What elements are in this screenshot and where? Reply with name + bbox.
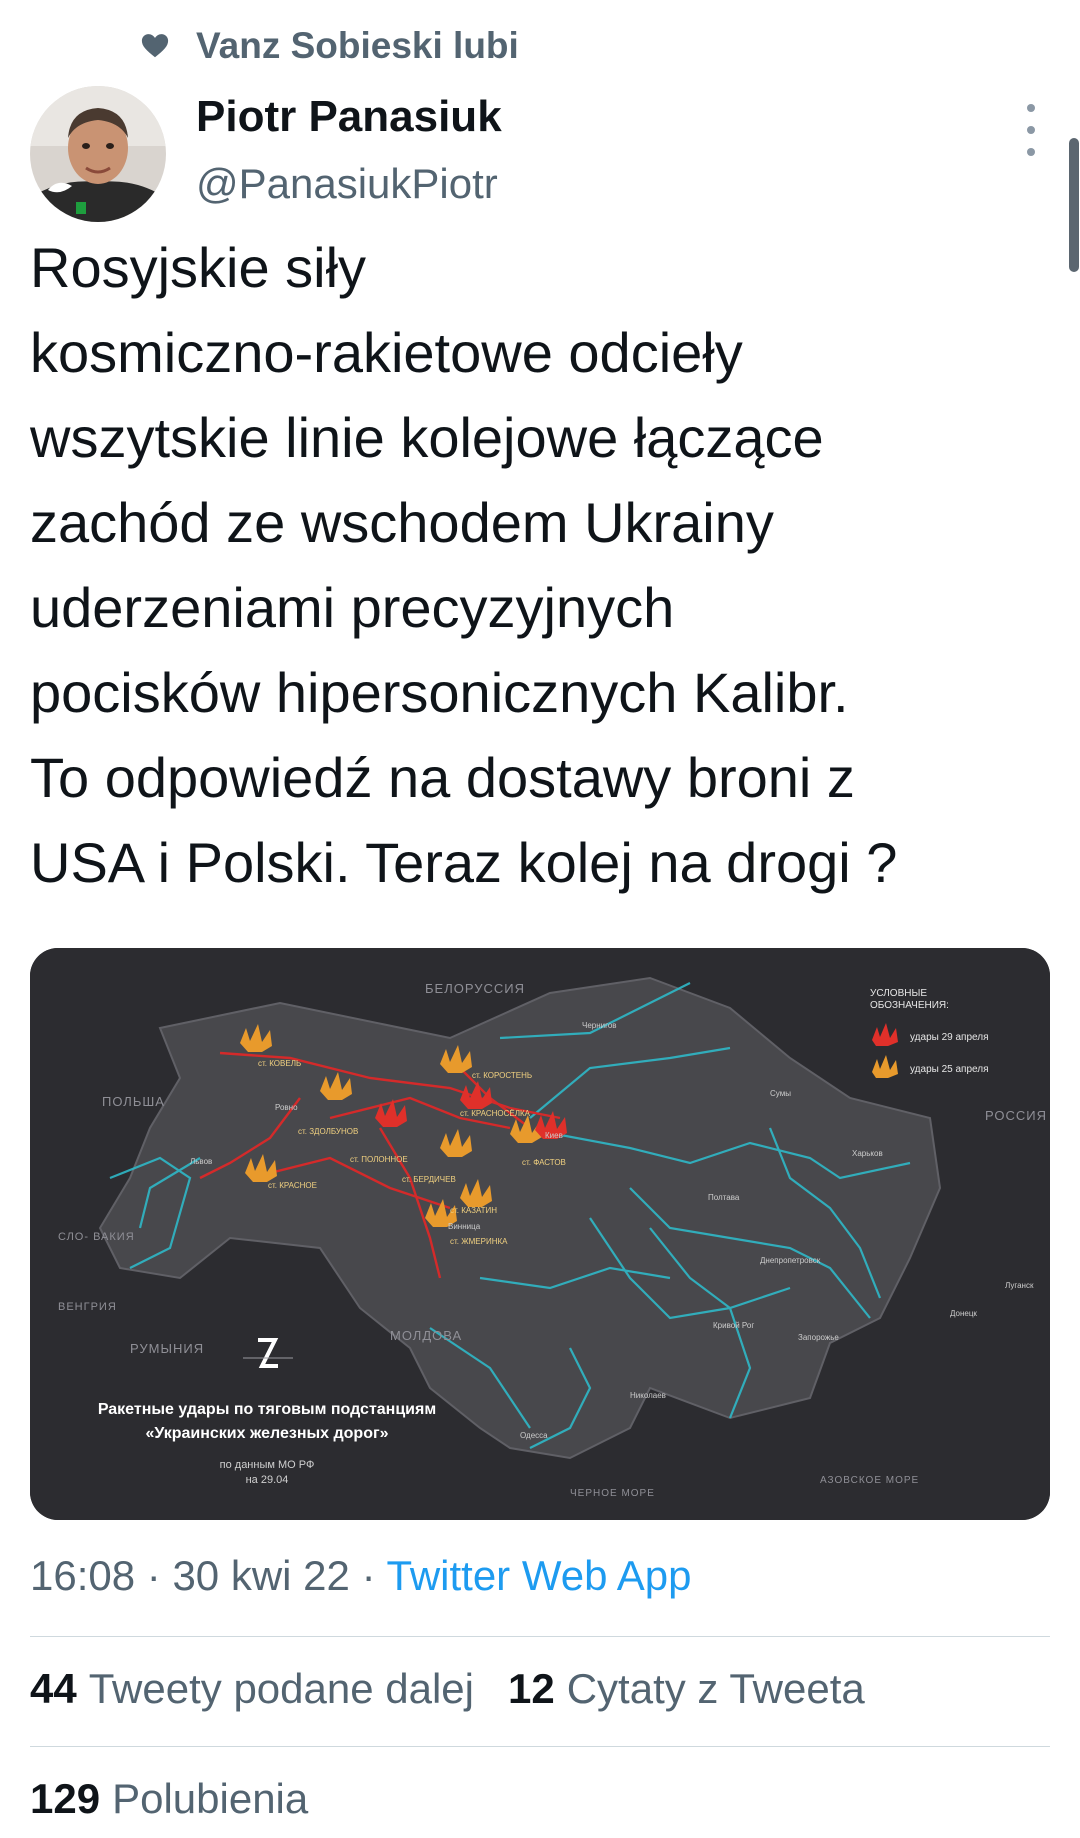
heart-icon <box>141 34 169 58</box>
liked-by-text: Vanz Sobieski lubi <box>196 25 519 66</box>
tweet-line: USA i Polski. Teraz kolej na drogi ? <box>30 831 898 894</box>
label-moldova: МОЛДОВА <box>390 1328 462 1343</box>
svg-text:Донецк: Донецк <box>950 1309 977 1318</box>
svg-text:по данным МО РФ: по данным МО РФ <box>220 1459 315 1471</box>
svg-text:ст. ПОЛОННОЕ: ст. ПОЛОННОЕ <box>350 1155 408 1164</box>
svg-text:удары 25 апреля: удары 25 апреля <box>910 1064 989 1075</box>
svg-text:Одесса: Одесса <box>520 1431 548 1440</box>
divider <box>30 1636 1050 1637</box>
author-handle[interactable]: @PanasiukPiotr <box>196 160 498 208</box>
retweets-count: 44 <box>30 1665 77 1712</box>
tweet-line: Rosyjskie siły <box>30 236 367 299</box>
label-romania: РУМЫНИЯ <box>130 1341 204 1356</box>
svg-text:ст. БЕРДИЧЕВ: ст. БЕРДИЧЕВ <box>402 1175 456 1184</box>
likes-label: Polubienia <box>112 1775 309 1822</box>
svg-text:ст. КОРОСТЕНЬ: ст. КОРОСТЕНЬ <box>472 1071 532 1080</box>
svg-text:Винница: Винница <box>448 1222 481 1231</box>
svg-text:ст. КАЗАТИН: ст. КАЗАТИН <box>450 1206 497 1215</box>
svg-text:Кривой Рог: Кривой Рог <box>713 1321 754 1330</box>
label-russia: РОССИЯ <box>985 1108 1047 1123</box>
svg-text:Харьков: Харьков <box>852 1149 883 1158</box>
social-context[interactable]: Vanz Sobieski lubi <box>140 24 519 68</box>
svg-text:Сумы: Сумы <box>770 1089 791 1098</box>
tweet-line: To odpowiedź na dostawy broni z <box>30 746 855 809</box>
tweet-media-image[interactable]: БЕЛОРУССИЯ ПОЛЬША РОССИЯ СЛО- ВАКИЯ ВЕНГ… <box>30 948 1050 1520</box>
svg-text:ст. ФАСТОВ: ст. ФАСТОВ <box>522 1158 566 1167</box>
separator: · <box>146 1552 161 1599</box>
svg-text:Николаев: Николаев <box>630 1391 666 1400</box>
label-hungary: ВЕНГРИЯ <box>58 1301 117 1313</box>
svg-text:ст. ЗДОЛБУНОВ: ст. ЗДОЛБУНОВ <box>298 1127 358 1136</box>
svg-text:Киев: Киев <box>545 1131 563 1140</box>
tweet-line: wszytskie linie kolejowe łączące <box>30 406 824 469</box>
author-name[interactable]: Piotr Panasiuk <box>196 92 502 142</box>
svg-text:на 29.04: на 29.04 <box>246 1474 289 1486</box>
tweet-date[interactable]: 30 kwi 22 <box>172 1552 349 1599</box>
svg-text:Ракетные удары по тяговым подс: Ракетные удары по тяговым подстанциям <box>98 1401 436 1418</box>
label-black-sea: ЧЕРНОЕ МОРЕ <box>570 1488 655 1499</box>
quotes-stat[interactable]: 12 Cytaty z Tweeta <box>508 1665 865 1713</box>
engagement-stats: 44 Tweety podane dalej 12 Cytaty z Tweeta <box>30 1665 899 1713</box>
avatar[interactable] <box>30 86 166 222</box>
likes-stat[interactable]: 129 Polubienia <box>30 1775 308 1823</box>
svg-text:ОБОЗНАЧЕНИЯ:: ОБОЗНАЧЕНИЯ: <box>870 1000 949 1011</box>
quotes-count: 12 <box>508 1665 555 1712</box>
likes-count: 129 <box>30 1775 101 1822</box>
divider <box>30 1746 1050 1747</box>
svg-text:Чернигов: Чернигов <box>582 1021 617 1030</box>
retweets-stat[interactable]: 44 Tweety podane dalej <box>30 1665 474 1713</box>
svg-text:Львов: Львов <box>190 1157 212 1166</box>
scrollbar[interactable] <box>1069 138 1079 272</box>
svg-text:ст. КРАСНОСЁЛКА: ст. КРАСНОСЁЛКА <box>460 1109 531 1118</box>
tweet-line: pocisków hipersonicznych Kalibr. <box>30 661 849 724</box>
tweet-line: kosmiczno-rakietowe odcieły <box>30 321 743 384</box>
tweet-line: zachód ze wschodem Ukrainy <box>30 491 774 554</box>
label-poland: ПОЛЬША <box>102 1094 165 1109</box>
tweet-time[interactable]: 16:08 <box>30 1552 135 1599</box>
label-slovakia: СЛО- ВАКИЯ <box>58 1231 135 1243</box>
separator: · <box>361 1552 376 1599</box>
svg-text:Ровно: Ровно <box>275 1103 298 1112</box>
svg-text:удары 29 апреля: удары 29 апреля <box>910 1032 989 1043</box>
svg-text:Луганск: Луганск <box>1005 1281 1034 1290</box>
tweet-line: uderzeniami precyzyjnych <box>30 576 675 639</box>
svg-text:Днепропетровск: Днепропетровск <box>760 1256 821 1265</box>
svg-text:Полтава: Полтава <box>708 1193 740 1202</box>
svg-text:ст. КРАСНОЕ: ст. КРАСНОЕ <box>268 1181 317 1190</box>
svg-text:ст. ЖМЕРИНКА: ст. ЖМЕРИНКА <box>450 1237 508 1246</box>
tweet-metadata: 16:08 · 30 kwi 22 · Twitter Web App <box>30 1552 692 1600</box>
label-azov-sea: АЗОВСКОЕ МОРЕ <box>820 1475 919 1486</box>
source-app-link[interactable]: Twitter Web App <box>386 1552 691 1599</box>
svg-text:Запорожье: Запорожье <box>798 1333 839 1342</box>
tweet-text: Rosyjskie siły kosmiczno-rakietowe odcie… <box>30 225 1060 905</box>
svg-text:«Украинских железных дорог»: «Украинских железных дорог» <box>145 1425 388 1442</box>
svg-text:ст. КОВЕЛЬ: ст. КОВЕЛЬ <box>258 1059 301 1068</box>
quotes-label: Cytaty z Tweeta <box>566 1665 865 1712</box>
more-options-icon[interactable] <box>1016 104 1046 156</box>
retweets-label: Tweety podane dalej <box>88 1665 474 1712</box>
label-belarus: БЕЛОРУССИЯ <box>425 981 525 996</box>
svg-text:УСЛОВНЫЕ: УСЛОВНЫЕ <box>870 988 927 999</box>
